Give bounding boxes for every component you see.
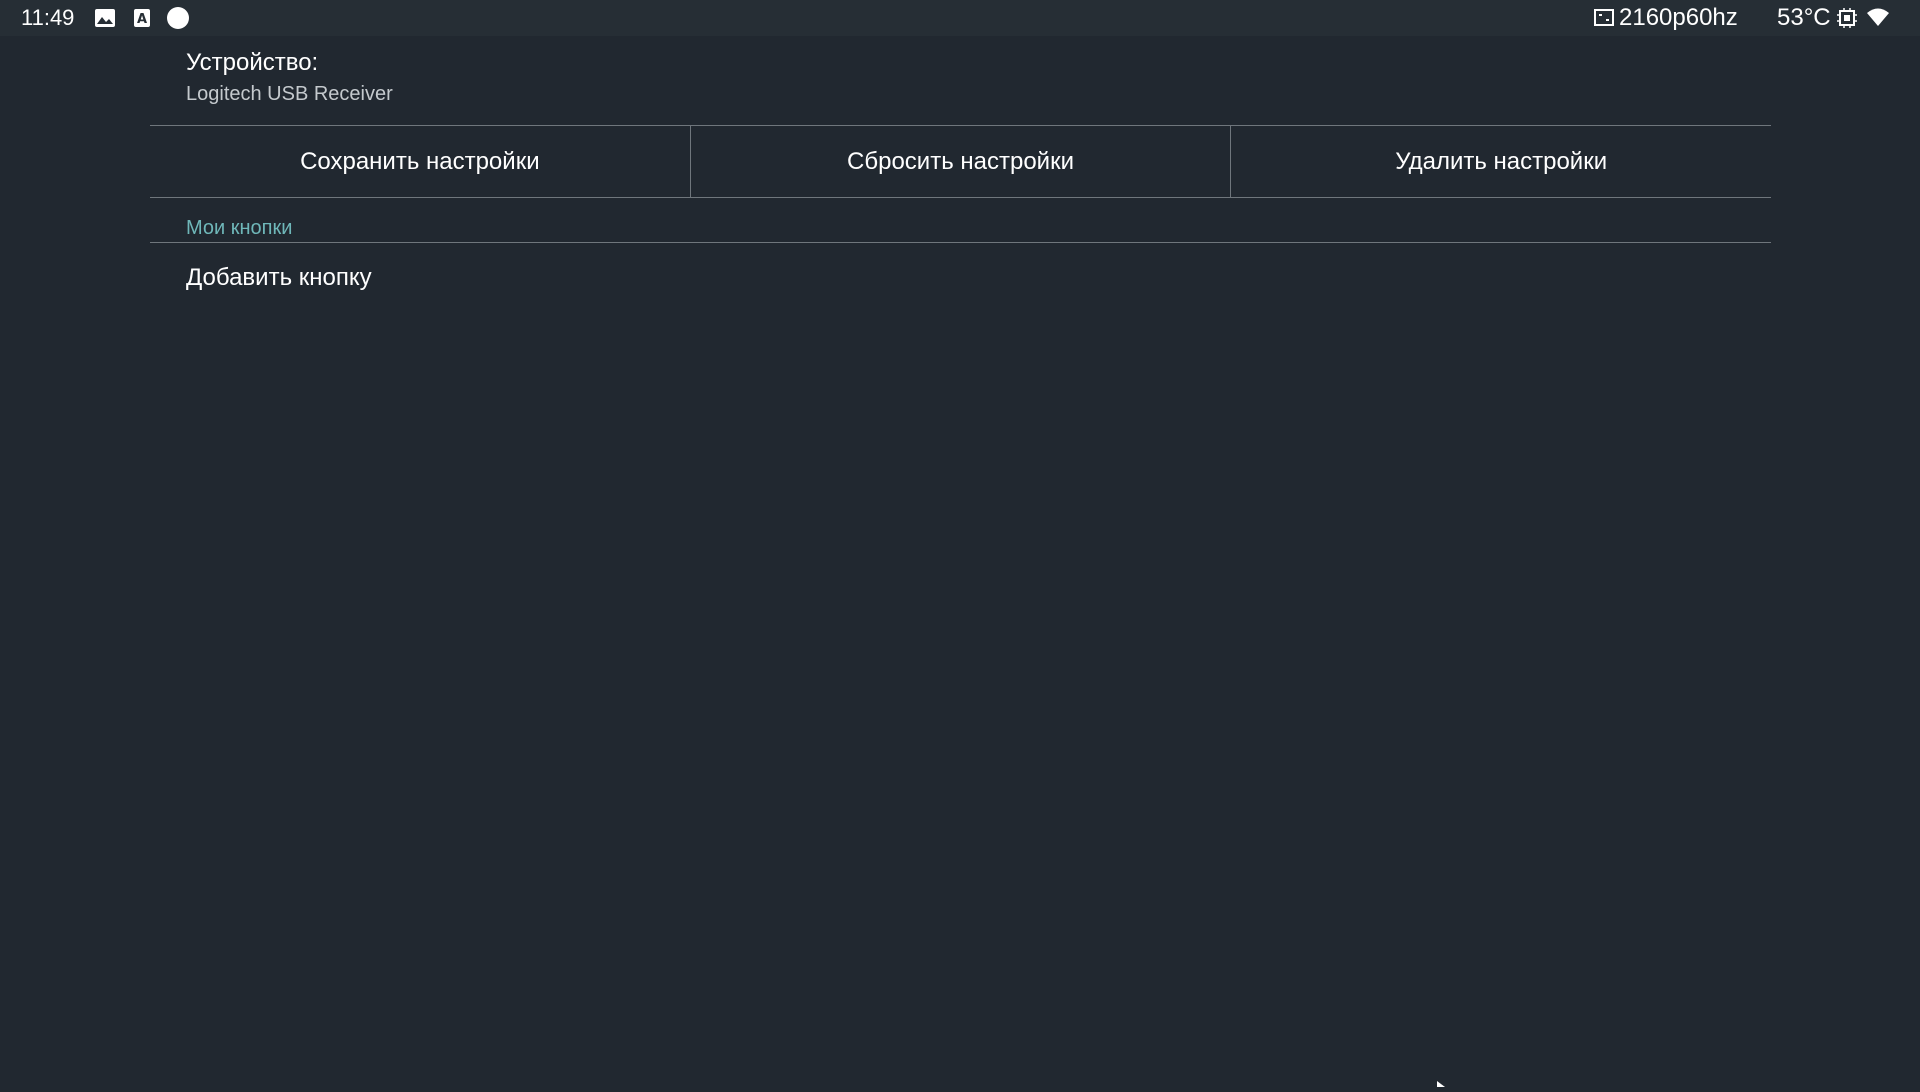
save-settings-button[interactable]: Сохранить настройки xyxy=(150,126,690,197)
delete-settings-button[interactable]: Удалить настройки xyxy=(1230,126,1771,197)
circle-notification-icon xyxy=(166,6,190,30)
device-name: Logitech USB Receiver xyxy=(186,83,393,105)
mouse-cursor-icon xyxy=(1437,1074,1445,1087)
device-label: Устройство: xyxy=(186,49,319,76)
resolution-text: 2160p60hz xyxy=(1619,4,1738,31)
section-divider xyxy=(150,242,1771,243)
wifi-icon xyxy=(1866,7,1889,29)
a-notification-icon: A xyxy=(131,7,153,29)
status-bar: 11:49 A 2160p60hz 53°C xyxy=(0,0,1920,36)
settings-actions-row: Сохранить настройки Сбросить настройки У… xyxy=(150,125,1771,198)
reset-settings-button[interactable]: Сбросить настройки xyxy=(689,126,1231,197)
temperature-text: 53°C xyxy=(1777,4,1831,31)
image-icon xyxy=(94,7,116,29)
my-buttons-header: Мои кнопки xyxy=(186,217,293,239)
cpu-chip-icon xyxy=(1836,7,1858,29)
add-button-item[interactable]: Добавить кнопку xyxy=(186,264,372,292)
display-icon xyxy=(1593,7,1615,29)
svg-text:A: A xyxy=(137,12,147,27)
status-time: 11:49 xyxy=(21,5,75,30)
